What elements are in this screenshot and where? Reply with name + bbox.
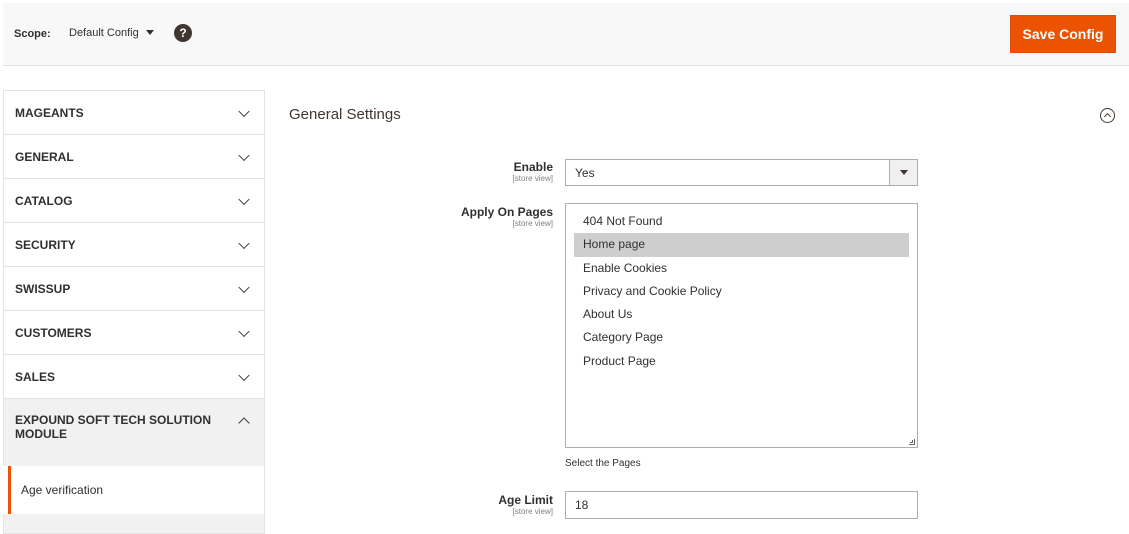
scope-label: Scope: <box>14 28 51 40</box>
sidebar-item-swissup[interactable]: SWISSUP <box>3 266 265 310</box>
chevron-down-icon <box>238 325 250 337</box>
chevron-down-icon <box>238 193 250 205</box>
scope-switcher[interactable]: Default Config <box>69 27 154 39</box>
page-option-selected[interactable]: Home page <box>574 233 909 257</box>
chevron-up-icon <box>238 417 250 429</box>
chevron-down-icon <box>238 369 250 381</box>
page-option[interactable]: About Us <box>574 303 909 326</box>
resize-handle-icon[interactable] <box>909 439 915 445</box>
page-option[interactable]: Category Page <box>574 326 909 349</box>
apply-on-pages-label: Apply On Pages <box>460 205 553 219</box>
sidebar-subitem-age-verification[interactable]: Age verification <box>8 466 265 514</box>
sidebar-item-sales[interactable]: SALES <box>3 354 265 398</box>
apply-on-pages-multiselect[interactable]: 404 Not Found Home page Enable Cookies P… <box>565 203 918 448</box>
chevron-down-icon <box>238 149 250 161</box>
sidebar-item-general[interactable]: GENERAL <box>3 134 265 178</box>
chevron-down-icon <box>238 237 250 249</box>
sidebar-item-security[interactable]: SECURITY <box>3 222 265 266</box>
chevron-down-icon <box>238 105 250 117</box>
sidebar-item-customers[interactable]: CUSTOMERS <box>3 310 265 354</box>
sidebar-item-label: CUSTOMERS <box>15 325 92 340</box>
age-limit-scope: [store view] <box>512 507 553 516</box>
help-icon[interactable]: ? <box>174 24 192 42</box>
age-limit-label: Age Limit <box>498 493 553 507</box>
age-limit-input[interactable] <box>565 491 918 519</box>
scope-bar: Scope: Default Config ? Save Config <box>3 3 1129 66</box>
chevron-down-icon <box>238 281 250 293</box>
apply-on-pages-note: Select the Pages <box>565 458 641 469</box>
save-config-button[interactable]: Save Config <box>1010 15 1116 53</box>
scope-value: Default Config <box>69 27 139 39</box>
enable-select-value: Yes <box>575 166 595 180</box>
page-option[interactable]: 404 Not Found <box>574 210 909 233</box>
sidebar-item-label: EXPOUND SOFT TECH SOLUTION MODULE <box>15 413 212 441</box>
config-sidebar: MAGEANTS GENERAL CATALOG SECURITY SWISSU… <box>3 90 265 534</box>
page-option[interactable]: Privacy and Cookie Policy <box>574 280 909 303</box>
sidebar-item-label: CATALOG <box>15 193 73 208</box>
sidebar-divider <box>3 514 265 534</box>
sidebar-item-catalog[interactable]: CATALOG <box>3 178 265 222</box>
sidebar-item-label: SECURITY <box>15 237 76 252</box>
sidebar-item-expound-module[interactable]: EXPOUND SOFT TECH SOLUTION MODULE <box>3 398 265 466</box>
sidebar-item-label: SALES <box>15 369 56 384</box>
collapse-icon[interactable] <box>1100 108 1115 123</box>
enable-scope: [store view] <box>512 174 553 183</box>
dropdown-arrow-icon <box>889 160 917 185</box>
enable-label: Enable <box>513 160 553 174</box>
enable-select[interactable]: Yes <box>565 159 918 186</box>
sidebar-item-label: SWISSUP <box>15 281 71 296</box>
sidebar-item-mageants[interactable]: MAGEANTS <box>3 90 265 134</box>
apply-on-pages-scope: [store view] <box>512 219 553 228</box>
sidebar-subitem-label: Age verification <box>21 483 104 497</box>
page-option[interactable]: Product Page <box>574 350 909 373</box>
sidebar-item-label: MAGEANTS <box>15 105 84 120</box>
page-option[interactable]: Enable Cookies <box>574 257 909 280</box>
sidebar-item-label: GENERAL <box>15 149 74 164</box>
section-title[interactable]: General Settings <box>289 106 401 123</box>
caret-down-icon <box>145 30 154 35</box>
